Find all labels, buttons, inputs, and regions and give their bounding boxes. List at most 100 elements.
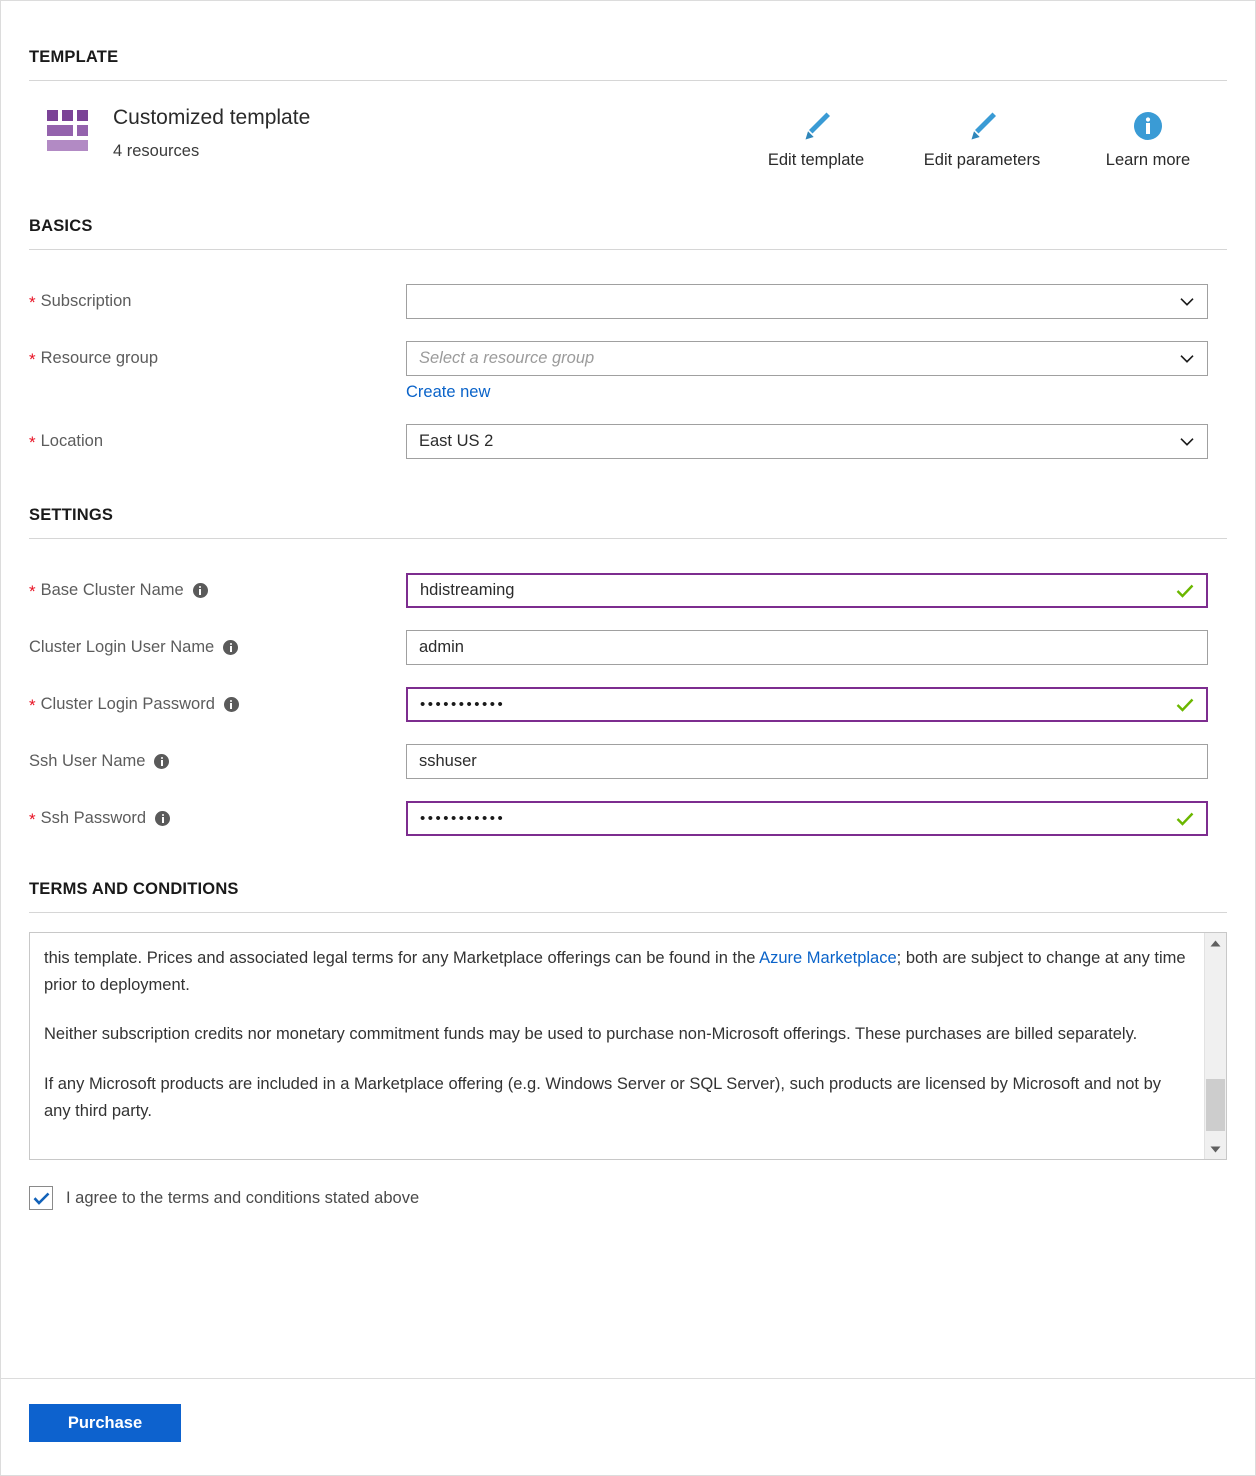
terms-section-header: TERMS AND CONDITIONS bbox=[29, 836, 1227, 913]
resource-group-dropdown[interactable]: Select a resource group bbox=[406, 341, 1208, 376]
settings-section-title: SETTINGS bbox=[29, 506, 1227, 525]
ssh-password-input[interactable]: ••••••••••• bbox=[406, 801, 1208, 836]
terms-scrollbar[interactable] bbox=[1204, 933, 1226, 1159]
info-icon[interactable] bbox=[193, 583, 208, 598]
ssh-password-label-group: * Ssh Password bbox=[29, 801, 406, 828]
valid-check-icon bbox=[1176, 812, 1194, 826]
resource-group-label: Resource group bbox=[41, 349, 158, 368]
form-content: TEMPLATE Customized template 4 resources bbox=[1, 1, 1255, 1378]
cluster-login-user-name-input[interactable]: admin bbox=[406, 630, 1208, 665]
edit-parameters-button[interactable]: Edit parameters bbox=[923, 105, 1041, 170]
base-cluster-name-input[interactable]: hdistreaming bbox=[406, 573, 1208, 608]
scrollbar-track[interactable] bbox=[1205, 953, 1226, 1139]
ssh-user-name-label-group: Ssh User Name bbox=[29, 744, 406, 771]
scroll-up-arrow-icon[interactable] bbox=[1210, 933, 1221, 953]
info-icon[interactable] bbox=[154, 754, 169, 769]
cluster-login-password-value: ••••••••••• bbox=[420, 697, 505, 712]
ssh-password-row: * Ssh Password ••••••••••• bbox=[29, 801, 1227, 836]
resource-group-label-group: * Resource group bbox=[29, 341, 406, 368]
base-cluster-name-control: hdistreaming bbox=[406, 573, 1208, 608]
template-section-header: TEMPLATE bbox=[29, 1, 1227, 81]
info-circle-icon bbox=[1089, 105, 1207, 147]
deployment-form-page: TEMPLATE Customized template 4 resources bbox=[0, 0, 1256, 1476]
terms-paragraph-1: this template. Prices and associated leg… bbox=[44, 945, 1188, 998]
template-actions: Edit template Edit parameters bbox=[757, 103, 1227, 170]
valid-check-icon bbox=[1176, 698, 1194, 712]
pencil-icon bbox=[923, 105, 1041, 147]
base-cluster-name-label-group: * Base Cluster Name bbox=[29, 573, 406, 600]
subscription-dropdown[interactable] bbox=[406, 284, 1208, 319]
learn-more-button[interactable]: Learn more bbox=[1089, 105, 1207, 170]
basics-form: * Subscription * Resource group bbox=[29, 250, 1227, 459]
location-control: East US 2 bbox=[406, 424, 1208, 459]
template-summary: Customized template 4 resources Edit tem… bbox=[29, 103, 1227, 170]
chevron-down-icon bbox=[1180, 354, 1194, 363]
resource-group-control: Select a resource group Create new bbox=[406, 341, 1208, 402]
info-icon[interactable] bbox=[224, 697, 239, 712]
agree-terms-label: I agree to the terms and conditions stat… bbox=[66, 1189, 419, 1208]
ssh-user-name-input[interactable]: sshuser bbox=[406, 744, 1208, 779]
subscription-label-group: * Subscription bbox=[29, 284, 406, 311]
ssh-user-name-value: sshuser bbox=[419, 753, 477, 770]
agree-terms-row[interactable]: I agree to the terms and conditions stat… bbox=[29, 1186, 1227, 1210]
base-cluster-name-label: Base Cluster Name bbox=[41, 581, 184, 600]
cluster-login-user-name-label: Cluster Login User Name bbox=[29, 638, 214, 657]
info-icon[interactable] bbox=[155, 811, 170, 826]
ssh-user-name-row: Ssh User Name sshuser bbox=[29, 744, 1227, 779]
learn-more-label: Learn more bbox=[1089, 151, 1207, 170]
subscription-control bbox=[406, 284, 1208, 319]
location-label-group: * Location bbox=[29, 424, 406, 451]
template-name: Customized template bbox=[113, 105, 310, 131]
location-row: * Location East US 2 bbox=[29, 424, 1227, 459]
ssh-password-label: Ssh Password bbox=[41, 809, 146, 828]
ssh-password-control: ••••••••••• bbox=[406, 801, 1208, 836]
checkmark-icon bbox=[33, 1192, 50, 1205]
cluster-login-password-label-group: * Cluster Login Password bbox=[29, 687, 406, 714]
subscription-row: * Subscription bbox=[29, 284, 1227, 319]
azure-marketplace-link[interactable]: Azure Marketplace bbox=[759, 949, 897, 967]
base-cluster-name-row: * Base Cluster Name hdistreaming bbox=[29, 573, 1227, 608]
info-icon[interactable] bbox=[223, 640, 238, 655]
basics-section-header: BASICS bbox=[29, 170, 1227, 250]
terms-section-title: TERMS AND CONDITIONS bbox=[29, 880, 1227, 899]
resource-group-placeholder: Select a resource group bbox=[419, 350, 594, 367]
settings-section-header: SETTINGS bbox=[29, 459, 1227, 539]
chevron-down-icon bbox=[1180, 437, 1194, 446]
scroll-down-arrow-icon[interactable] bbox=[1210, 1139, 1221, 1159]
edit-template-label: Edit template bbox=[757, 151, 875, 170]
location-dropdown[interactable]: East US 2 bbox=[406, 424, 1208, 459]
cluster-login-user-name-label-group: Cluster Login User Name bbox=[29, 630, 406, 657]
template-resource-count: 4 resources bbox=[113, 142, 310, 161]
required-asterisk: * bbox=[29, 583, 36, 600]
agree-terms-checkbox[interactable] bbox=[29, 1186, 53, 1210]
cluster-login-password-row: * Cluster Login Password ••••••••••• bbox=[29, 687, 1227, 722]
subscription-label: Subscription bbox=[41, 292, 132, 311]
required-asterisk: * bbox=[29, 811, 36, 828]
pencil-icon bbox=[757, 105, 875, 147]
ssh-user-name-label: Ssh User Name bbox=[29, 752, 145, 771]
base-cluster-name-value: hdistreaming bbox=[420, 582, 514, 599]
required-asterisk: * bbox=[29, 351, 36, 368]
required-asterisk: * bbox=[29, 434, 36, 451]
terms-textarea[interactable]: this template. Prices and associated leg… bbox=[29, 932, 1227, 1160]
ssh-user-name-control: sshuser bbox=[406, 744, 1208, 779]
terms-paragraph-2: Neither subscription credits nor monetar… bbox=[44, 1021, 1188, 1048]
location-label: Location bbox=[41, 432, 103, 451]
purchase-button[interactable]: Purchase bbox=[29, 1404, 181, 1442]
valid-check-icon bbox=[1176, 584, 1194, 598]
template-grid-icon bbox=[47, 108, 93, 154]
form-footer: Purchase bbox=[1, 1378, 1255, 1475]
cluster-login-password-input[interactable]: ••••••••••• bbox=[406, 687, 1208, 722]
scrollbar-thumb[interactable] bbox=[1206, 1079, 1225, 1131]
terms-paragraph-1-part1: this template. Prices and associated leg… bbox=[44, 949, 759, 967]
edit-template-button[interactable]: Edit template bbox=[757, 105, 875, 170]
resource-group-row: * Resource group Select a resource group… bbox=[29, 341, 1227, 402]
create-new-resource-group-link[interactable]: Create new bbox=[406, 383, 490, 402]
edit-parameters-label: Edit parameters bbox=[923, 151, 1041, 170]
template-text: Customized template 4 resources bbox=[113, 103, 310, 161]
cluster-login-user-name-value: admin bbox=[419, 639, 464, 656]
terms-paragraph-3: If any Microsoft products are included i… bbox=[44, 1071, 1188, 1124]
ssh-password-value: ••••••••••• bbox=[420, 811, 505, 826]
location-value: East US 2 bbox=[419, 433, 493, 450]
section-divider bbox=[29, 912, 1227, 913]
